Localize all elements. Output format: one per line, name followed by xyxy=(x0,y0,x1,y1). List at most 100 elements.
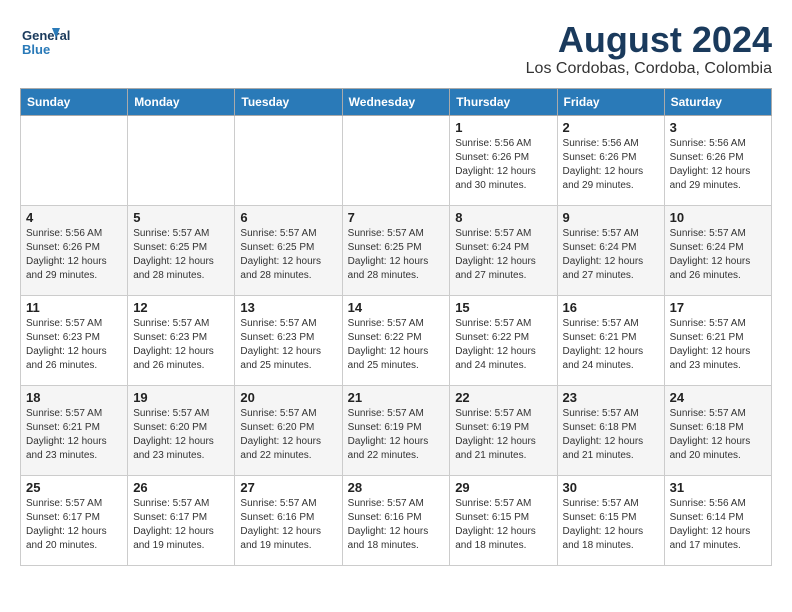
calendar-week-row: 11 Sunrise: 5:57 AM Sunset: 6:23 PM Dayli… xyxy=(21,295,772,385)
day-info: Sunrise: 5:56 AM Sunset: 6:26 PM Dayligh… xyxy=(670,137,766,193)
table-row: 7Sunrise: 5:57 AM Sunset: 6:25 PM Daylig… xyxy=(342,205,450,295)
day-number: 29 xyxy=(455,480,551,495)
day-number: 8 xyxy=(455,210,551,225)
header-wednesday: Wednesday xyxy=(342,88,450,115)
day-number: 26 xyxy=(133,480,229,495)
day-info: Sunrise: 5:57 AM Sunset: 6:22 PM Dayligh… xyxy=(455,317,551,373)
day-number: 7 xyxy=(348,210,445,225)
svg-text:Blue: Blue xyxy=(22,42,50,57)
header-thursday: Thursday xyxy=(450,88,557,115)
day-info: Sunrise: 5:57 AM Sunset: 6:21 PM Dayligh… xyxy=(670,317,766,373)
day-info: Sunrise: 5:56 AM Sunset: 6:26 PM Dayligh… xyxy=(455,137,551,193)
day-number: 11 xyxy=(26,300,122,315)
table-row: 21 Sunrise: 5:57 AM Sunset: 6:19 PM Dayli… xyxy=(342,385,450,475)
day-info: Sunrise: 5:57 AM Sunset: 6:25 PM Dayligh… xyxy=(240,227,336,283)
header-friday: Friday xyxy=(557,88,664,115)
table-row: 23 Sunrise: 5:57 AM Sunset: 6:18 PM Dayli… xyxy=(557,385,664,475)
logo-icon: General Blue xyxy=(20,20,90,60)
title-block: August 2024 Los Cordobas, Cordoba, Colom… xyxy=(526,20,772,78)
table-row: 1 Sunrise: 5:56 AM Sunset: 6:26 PM Daylig… xyxy=(450,115,557,205)
day-info: Sunrise: 5:57 AM Sunset: 6:19 PM Dayligh… xyxy=(455,407,551,463)
table-row: 13 Sunrise: 5:57 AM Sunset: 6:23 PM Dayli… xyxy=(235,295,342,385)
day-info: Sunrise: 5:57 AM Sunset: 6:22 PM Dayligh… xyxy=(348,317,445,373)
table-row: 11 Sunrise: 5:57 AM Sunset: 6:23 PM Dayli… xyxy=(21,295,128,385)
day-number: 31 xyxy=(670,480,766,495)
day-number: 25 xyxy=(26,480,122,495)
day-number: 9 xyxy=(563,210,659,225)
day-number: 5 xyxy=(133,210,229,225)
day-number: 30 xyxy=(563,480,659,495)
calendar-week-row: 1 Sunrise: 5:56 AM Sunset: 6:26 PM Daylig… xyxy=(21,115,772,205)
table-row: 27Sunrise: 5:57 AM Sunset: 6:16 PM Dayli… xyxy=(235,475,342,565)
day-number: 1 xyxy=(455,120,551,135)
table-row xyxy=(235,115,342,205)
day-number: 14 xyxy=(348,300,445,315)
table-row xyxy=(342,115,450,205)
table-row: 3 Sunrise: 5:56 AM Sunset: 6:26 PM Daylig… xyxy=(664,115,771,205)
day-info: Sunrise: 5:57 AM Sunset: 6:23 PM Dayligh… xyxy=(26,317,122,373)
day-info: Sunrise: 5:57 AM Sunset: 6:18 PM Dayligh… xyxy=(563,407,659,463)
day-info: Sunrise: 5:57 AM Sunset: 6:24 PM Dayligh… xyxy=(670,227,766,283)
calendar-header-row: Sunday Monday Tuesday Wednesday Thursday… xyxy=(21,88,772,115)
calendar-title: August 2024 xyxy=(526,20,772,60)
day-number: 6 xyxy=(240,210,336,225)
day-number: 22 xyxy=(455,390,551,405)
table-row: 24Sunrise: 5:57 AM Sunset: 6:18 PM Dayli… xyxy=(664,385,771,475)
day-info: Sunrise: 5:57 AM Sunset: 6:15 PM Dayligh… xyxy=(455,497,551,553)
day-number: 3 xyxy=(670,120,766,135)
day-number: 10 xyxy=(670,210,766,225)
table-row: 17Sunrise: 5:57 AM Sunset: 6:21 PM Dayli… xyxy=(664,295,771,385)
table-row: 10 Sunrise: 5:57 AM Sunset: 6:24 PM Dayli… xyxy=(664,205,771,295)
table-row: 31 Sunrise: 5:56 AM Sunset: 6:14 PM Dayli… xyxy=(664,475,771,565)
day-info: Sunrise: 5:57 AM Sunset: 6:24 PM Dayligh… xyxy=(563,227,659,283)
table-row: 19 Sunrise: 5:57 AM Sunset: 6:20 PM Dayli… xyxy=(128,385,235,475)
calendar-week-row: 25 Sunrise: 5:57 AM Sunset: 6:17 PM Dayli… xyxy=(21,475,772,565)
table-row: 6 Sunrise: 5:57 AM Sunset: 6:25 PM Daylig… xyxy=(235,205,342,295)
day-number: 24 xyxy=(670,390,766,405)
table-row: 9 Sunrise: 5:57 AM Sunset: 6:24 PM Daylig… xyxy=(557,205,664,295)
day-info: Sunrise: 5:57 AM Sunset: 6:20 PM Dayligh… xyxy=(133,407,229,463)
day-number: 21 xyxy=(348,390,445,405)
table-row: 4Sunrise: 5:56 AM Sunset: 6:26 PM Daylig… xyxy=(21,205,128,295)
table-row: 15 Sunrise: 5:57 AM Sunset: 6:22 PM Dayli… xyxy=(450,295,557,385)
day-info: Sunrise: 5:57 AM Sunset: 6:17 PM Dayligh… xyxy=(133,497,229,553)
day-info: Sunrise: 5:57 AM Sunset: 6:25 PM Dayligh… xyxy=(133,227,229,283)
day-number: 2 xyxy=(563,120,659,135)
table-row: 14 Sunrise: 5:57 AM Sunset: 6:22 PM Dayli… xyxy=(342,295,450,385)
day-info: Sunrise: 5:57 AM Sunset: 6:16 PM Dayligh… xyxy=(348,497,445,553)
day-info: Sunrise: 5:57 AM Sunset: 6:21 PM Dayligh… xyxy=(26,407,122,463)
day-number: 18 xyxy=(26,390,122,405)
day-number: 16 xyxy=(563,300,659,315)
day-info: Sunrise: 5:57 AM Sunset: 6:21 PM Dayligh… xyxy=(563,317,659,373)
table-row: 2 Sunrise: 5:56 AM Sunset: 6:26 PM Daylig… xyxy=(557,115,664,205)
table-row: 22 Sunrise: 5:57 AM Sunset: 6:19 PM Dayli… xyxy=(450,385,557,475)
calendar-table: Sunday Monday Tuesday Wednesday Thursday… xyxy=(20,88,772,566)
table-row: 26 Sunrise: 5:57 AM Sunset: 6:17 PM Dayli… xyxy=(128,475,235,565)
day-info: Sunrise: 5:57 AM Sunset: 6:16 PM Dayligh… xyxy=(240,497,336,553)
header-tuesday: Tuesday xyxy=(235,88,342,115)
table-row: 16 Sunrise: 5:57 AM Sunset: 6:21 PM Dayli… xyxy=(557,295,664,385)
day-info: Sunrise: 5:57 AM Sunset: 6:24 PM Dayligh… xyxy=(455,227,551,283)
day-number: 15 xyxy=(455,300,551,315)
table-row: 28Sunrise: 5:57 AM Sunset: 6:16 PM Dayli… xyxy=(342,475,450,565)
table-row: 5 Sunrise: 5:57 AM Sunset: 6:25 PM Daylig… xyxy=(128,205,235,295)
day-info: Sunrise: 5:57 AM Sunset: 6:23 PM Dayligh… xyxy=(133,317,229,373)
day-info: Sunrise: 5:57 AM Sunset: 6:23 PM Dayligh… xyxy=(240,317,336,373)
day-number: 13 xyxy=(240,300,336,315)
day-info: Sunrise: 5:56 AM Sunset: 6:14 PM Dayligh… xyxy=(670,497,766,553)
logo: General Blue xyxy=(20,20,90,60)
table-row: 29 Sunrise: 5:57 AM Sunset: 6:15 PM Dayli… xyxy=(450,475,557,565)
day-number: 12 xyxy=(133,300,229,315)
day-info: Sunrise: 5:57 AM Sunset: 6:20 PM Dayligh… xyxy=(240,407,336,463)
day-info: Sunrise: 5:57 AM Sunset: 6:19 PM Dayligh… xyxy=(348,407,445,463)
day-number: 19 xyxy=(133,390,229,405)
table-row: 8 Sunrise: 5:57 AM Sunset: 6:24 PM Daylig… xyxy=(450,205,557,295)
svg-text:General: General xyxy=(22,28,70,43)
day-info: Sunrise: 5:57 AM Sunset: 6:17 PM Dayligh… xyxy=(26,497,122,553)
calendar-subtitle: Los Cordobas, Cordoba, Colombia xyxy=(526,60,772,78)
table-row xyxy=(128,115,235,205)
page-header: General Blue August 2024 Los Cordobas, C… xyxy=(20,20,772,78)
table-row: 12 Sunrise: 5:57 AM Sunset: 6:23 PM Dayli… xyxy=(128,295,235,385)
day-number: 23 xyxy=(563,390,659,405)
day-info: Sunrise: 5:56 AM Sunset: 6:26 PM Dayligh… xyxy=(563,137,659,193)
